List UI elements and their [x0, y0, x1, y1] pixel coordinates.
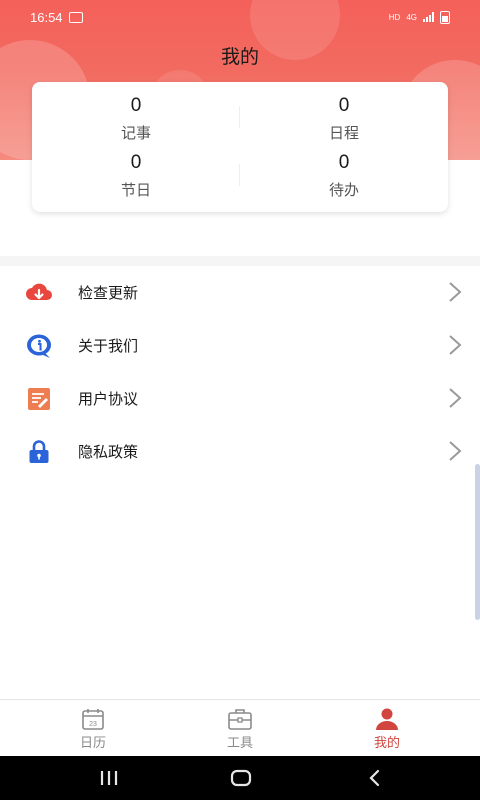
status-bar: 16:54 HD 4G — [0, 0, 480, 34]
network-indicator: 4G — [406, 12, 417, 22]
menu-item-about-us[interactable]: 关于我们 — [0, 319, 480, 372]
stat-value: 0 — [338, 152, 350, 173]
stat-label: 待办 — [328, 181, 359, 199]
info-bubble-icon — [27, 334, 51, 358]
stat-value: 0 — [130, 95, 142, 116]
back-icon[interactable] — [362, 766, 388, 790]
stat-schedule[interactable]: 0 日程 — [240, 94, 448, 143]
divider — [239, 164, 240, 186]
chevron-right-icon — [449, 335, 462, 355]
tab-label: 我的 — [373, 736, 400, 751]
stat-todo[interactable]: 0 待办 — [240, 151, 448, 200]
tab-calendar[interactable]: 23 日历 — [13, 700, 173, 757]
stat-label: 记事 — [120, 124, 151, 142]
section-separator — [0, 256, 480, 266]
menu-item-label: 隐私政策 — [78, 443, 139, 461]
stat-notes[interactable]: 0 记事 — [32, 94, 240, 143]
home-icon[interactable] — [228, 766, 254, 790]
divider — [239, 106, 240, 128]
status-time: 16:54 — [30, 9, 63, 25]
calendar-icon-day: 23 — [89, 721, 97, 728]
tab-tools[interactable]: 工具 — [160, 700, 320, 757]
stat-value: 0 — [130, 152, 142, 173]
tab-mine[interactable]: 我的 — [307, 700, 467, 757]
menu-item-label: 检查更新 — [78, 284, 139, 302]
image-notification-icon — [68, 11, 83, 23]
menu-item-user-agreement[interactable]: 用户协议 — [0, 372, 480, 425]
bottom-tab-bar: 23 日历 工具 我的 — [0, 699, 480, 756]
menu-item-privacy-policy[interactable]: 隐私政策 — [0, 425, 480, 478]
stat-label: 节日 — [120, 181, 151, 199]
stat-value: 0 — [338, 95, 350, 116]
toolbox-icon — [228, 709, 252, 730]
chevron-right-icon — [449, 441, 462, 461]
system-navigation-bar — [0, 756, 480, 800]
person-icon — [376, 708, 398, 730]
menu-item-label: 用户协议 — [78, 390, 139, 408]
recent-apps-icon[interactable] — [96, 766, 122, 790]
stats-card: 0 记事 0 日程 0 节日 0 待办 — [32, 82, 448, 212]
tab-label: 日历 — [79, 736, 106, 751]
battery-icon — [440, 10, 450, 24]
chevron-right-icon — [449, 388, 462, 408]
chevron-right-icon — [449, 282, 462, 302]
cloud-download-icon — [26, 283, 52, 300]
lock-icon — [29, 440, 49, 463]
signal-icon — [423, 12, 434, 22]
menu-item-label: 关于我们 — [78, 337, 139, 355]
hd-indicator: HD — [388, 12, 401, 22]
stat-holidays[interactable]: 0 节日 — [32, 151, 240, 200]
stat-label: 日程 — [328, 124, 359, 142]
calendar-icon: 23 — [82, 709, 104, 730]
tab-label: 工具 — [226, 736, 253, 751]
settings-menu: 检查更新 关于我们 用户协议 隐私政策 — [0, 266, 480, 478]
document-edit-icon — [28, 388, 50, 410]
menu-item-check-update[interactable]: 检查更新 — [0, 266, 480, 319]
scrollbar[interactable] — [475, 464, 480, 620]
page-title: 我的 — [220, 46, 259, 68]
